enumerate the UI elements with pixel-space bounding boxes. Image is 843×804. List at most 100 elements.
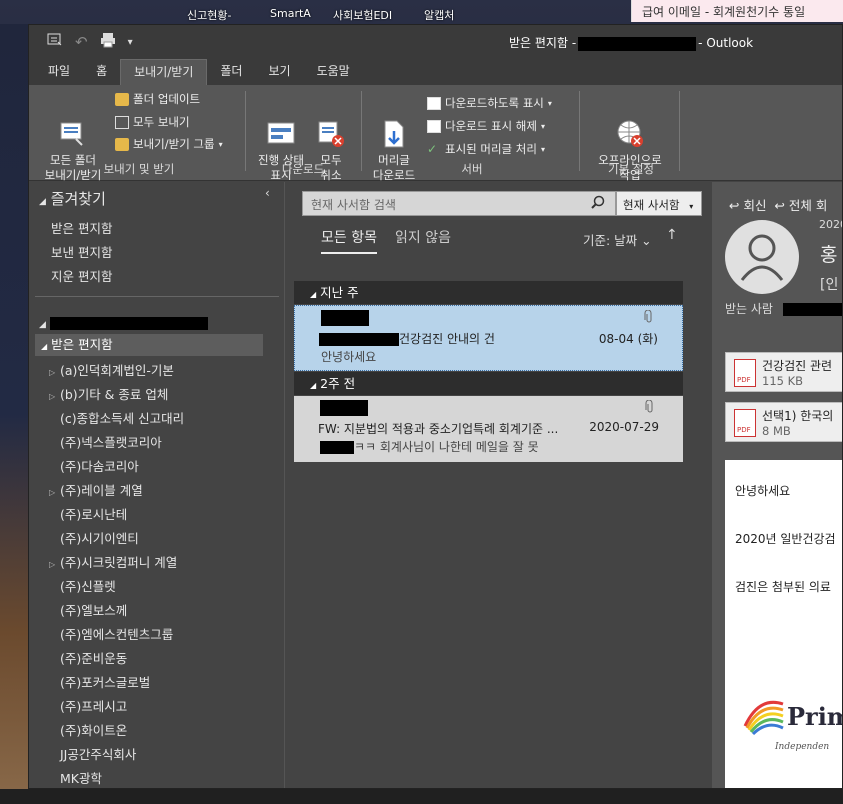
- title-bar: ↶ ▾ 받은 편지함 - - Outlook: [29, 25, 842, 59]
- tab-file[interactable]: 파일: [35, 59, 83, 85]
- tab-home[interactable]: 홈: [83, 59, 120, 85]
- filter-all[interactable]: 모든 항목: [321, 227, 377, 254]
- send-receive-all-icon[interactable]: [47, 32, 63, 52]
- filter-unread[interactable]: 읽지 않음: [395, 227, 451, 254]
- send-all-button[interactable]: 모두 보내기: [115, 114, 190, 130]
- desktop-shortcut-label[interactable]: SmartA: [270, 7, 311, 20]
- outlook-window: ↶ ▾ 받은 편지함 - - Outlook 파일 홈 보내기/받기 폴더 보기 …: [28, 24, 843, 789]
- folder-item[interactable]: (주)다솜코리아: [49, 456, 139, 475]
- tab-view[interactable]: 보기: [255, 59, 303, 85]
- search-scope-dropdown[interactable]: 현재 사서함 ▾: [616, 191, 702, 216]
- mark-to-download-button[interactable]: 다운로드하도록 표시 ▾: [427, 95, 552, 111]
- folder-label: (b)기타 & 종료 업체: [60, 387, 169, 402]
- folder-item[interactable]: (주)프레시고: [49, 696, 127, 715]
- message-item[interactable]: 건강검진 안내의 건 08-04 (화) 안녕하세요: [294, 305, 683, 371]
- folder-item[interactable]: ▷ (주)시크릿컴퍼니 계열: [49, 552, 177, 571]
- pdf-icon: [734, 409, 756, 437]
- unmark-download-icon: [427, 119, 441, 133]
- favorite-inbox[interactable]: 받은 편지함: [51, 218, 112, 237]
- group-label: 지난 주: [320, 285, 359, 300]
- groups-icon: [115, 137, 129, 151]
- notification-banner[interactable]: 급여 이메일 - 회계원천기수 통일: [631, 0, 843, 22]
- expand-arrow-icon[interactable]: ▷: [49, 368, 60, 377]
- update-folder-button[interactable]: 폴더 업데이트: [115, 91, 200, 107]
- folder-label: (주)프레시고: [60, 699, 128, 714]
- folder-item[interactable]: (주)엠에스컨텐츠그룹: [49, 624, 173, 643]
- message-item[interactable]: FW: 지분법의 적용과 중소기업특례 회계기준 ... 2020-07-29 …: [294, 396, 683, 462]
- collapse-triangle-icon: ◢: [39, 320, 46, 330]
- progress-icon: [266, 104, 296, 144]
- folder-label: (주)엠에스컨텐츠그룹: [60, 627, 174, 642]
- process-marked-headers-button[interactable]: ✓ 표시된 머리글 처리 ▾: [427, 141, 545, 157]
- message-date: 2020-07-29: [589, 420, 659, 434]
- folder-item[interactable]: (주)넥스플랫코리아: [49, 432, 162, 451]
- folder-item[interactable]: (주)화이트온: [49, 720, 127, 739]
- expand-arrow-icon[interactable]: ▷: [49, 488, 60, 497]
- attachment-item[interactable]: 건강검진 관련 115 KB: [725, 352, 842, 392]
- message-preview: 안녕하세요: [321, 350, 377, 364]
- desktop-shortcut-label[interactable]: 알캡처: [424, 7, 454, 23]
- sort-direction-icon[interactable]: ↑: [666, 227, 678, 243]
- desktop-shortcut-label[interactable]: 사회보험EDI: [333, 7, 392, 23]
- attachment-name: 선택1) 한국의: [762, 409, 834, 423]
- redacted-recipient: [782, 303, 842, 316]
- desktop-shortcut-label[interactable]: 신고현황-: [187, 7, 231, 23]
- folder-item[interactable]: (주)신플렛: [49, 576, 116, 595]
- folder-label: (주)준비운동: [60, 651, 128, 666]
- folder-label: (주)로시난테: [60, 507, 128, 522]
- unmark-download-button[interactable]: 다운로드 표시 해제 ▾: [427, 118, 545, 134]
- folder-item[interactable]: (주)시기이엔티: [49, 528, 139, 547]
- redacted-text: [319, 333, 399, 346]
- group-label-send-receive: 보내기 및 받기: [103, 162, 175, 176]
- account-header[interactable]: ◢: [39, 315, 208, 330]
- group-header-last-week[interactable]: ◢ 지난 주: [294, 281, 683, 304]
- folder-item[interactable]: (c)종합소득세 신고대리: [49, 408, 184, 427]
- pane-divider: [35, 296, 279, 297]
- tab-help[interactable]: 도움말: [304, 59, 363, 85]
- avatar: [725, 220, 799, 294]
- search-icon[interactable]: [591, 195, 605, 213]
- folder-item[interactable]: ▷ (a)인덕회계법인-기본: [49, 360, 174, 379]
- customize-toolbar-icon[interactable]: ▾: [128, 37, 133, 48]
- expand-arrow-icon[interactable]: ▷: [49, 392, 60, 401]
- body-line: 검진은 첨부된 의료: [735, 580, 831, 594]
- folder-label: (주)시기이엔티: [60, 531, 139, 546]
- folder-item[interactable]: ▷ (주)레이블 계열: [49, 480, 143, 499]
- folder-item[interactable]: ▷ (b)기타 & 종료 업체: [49, 384, 168, 403]
- reply-button[interactable]: ↩ 회신: [729, 198, 766, 213]
- message-date: 08-04 (화): [598, 332, 658, 346]
- folder-label: (주)신플렛: [60, 579, 116, 594]
- download-group: 진행 상태 표시 모두 취소 다운로드: [251, 89, 355, 182]
- tab-folder[interactable]: 폴더: [207, 59, 255, 85]
- favorites-header[interactable]: ◢ 즐겨찾기: [39, 188, 106, 209]
- message-preview: ㅋㅋ 회계사님이 나한테 메일을 잘 못: [320, 438, 539, 455]
- folder-label: (주)레이블 계열: [60, 483, 143, 498]
- undo-icon[interactable]: ↶: [75, 33, 88, 51]
- message-date: 2020: [819, 218, 842, 231]
- favorite-sent[interactable]: 보낸 편지함: [51, 242, 112, 261]
- folder-item[interactable]: (주)로시난테: [49, 504, 127, 523]
- body-line: 안녕하세요: [735, 484, 791, 498]
- folder-item[interactable]: (주)포커스글로벌: [49, 672, 150, 691]
- sort-dropdown[interactable]: 기준: 날짜 ⌄: [583, 230, 652, 249]
- print-icon[interactable]: [100, 32, 116, 52]
- group-header-two-weeks-ago[interactable]: ◢ 2주 전: [294, 372, 683, 395]
- expand-arrow-icon[interactable]: ▷: [49, 560, 60, 569]
- folder-item[interactable]: (주)준비운동: [49, 648, 127, 667]
- folder-item[interactable]: JJ공간주식회사: [49, 744, 136, 763]
- reply-all-button[interactable]: ↩ 전체 회: [774, 198, 827, 213]
- folder-label: (주)화이트온: [60, 723, 128, 738]
- folder-item[interactable]: MK광학: [49, 768, 102, 787]
- folder-item[interactable]: (주)엘보스께: [49, 600, 127, 619]
- tab-send-receive[interactable]: 보내기/받기: [120, 59, 208, 85]
- ribbon-divider: [245, 91, 246, 171]
- reading-pane: ↩ 회신 ↩ 전체 회 2020 홍 [인 받는 사람 건강검진 관련 115 …: [712, 182, 842, 788]
- attachment-item[interactable]: 선택1) 한국의 8 MB: [725, 402, 842, 442]
- search-input[interactable]: 현재 사서함 검색: [302, 191, 616, 216]
- collapse-pane-icon[interactable]: ‹: [265, 186, 270, 200]
- folder-inbox[interactable]: ◢ 받은 편지함: [35, 334, 263, 356]
- group-label-server: 서버: [461, 162, 483, 176]
- favorite-deleted[interactable]: 지운 편지함: [51, 266, 112, 285]
- send-receive-groups-button[interactable]: 보내기/받기 그룹 ▾: [115, 136, 223, 152]
- reply-icon: ↩: [729, 198, 740, 213]
